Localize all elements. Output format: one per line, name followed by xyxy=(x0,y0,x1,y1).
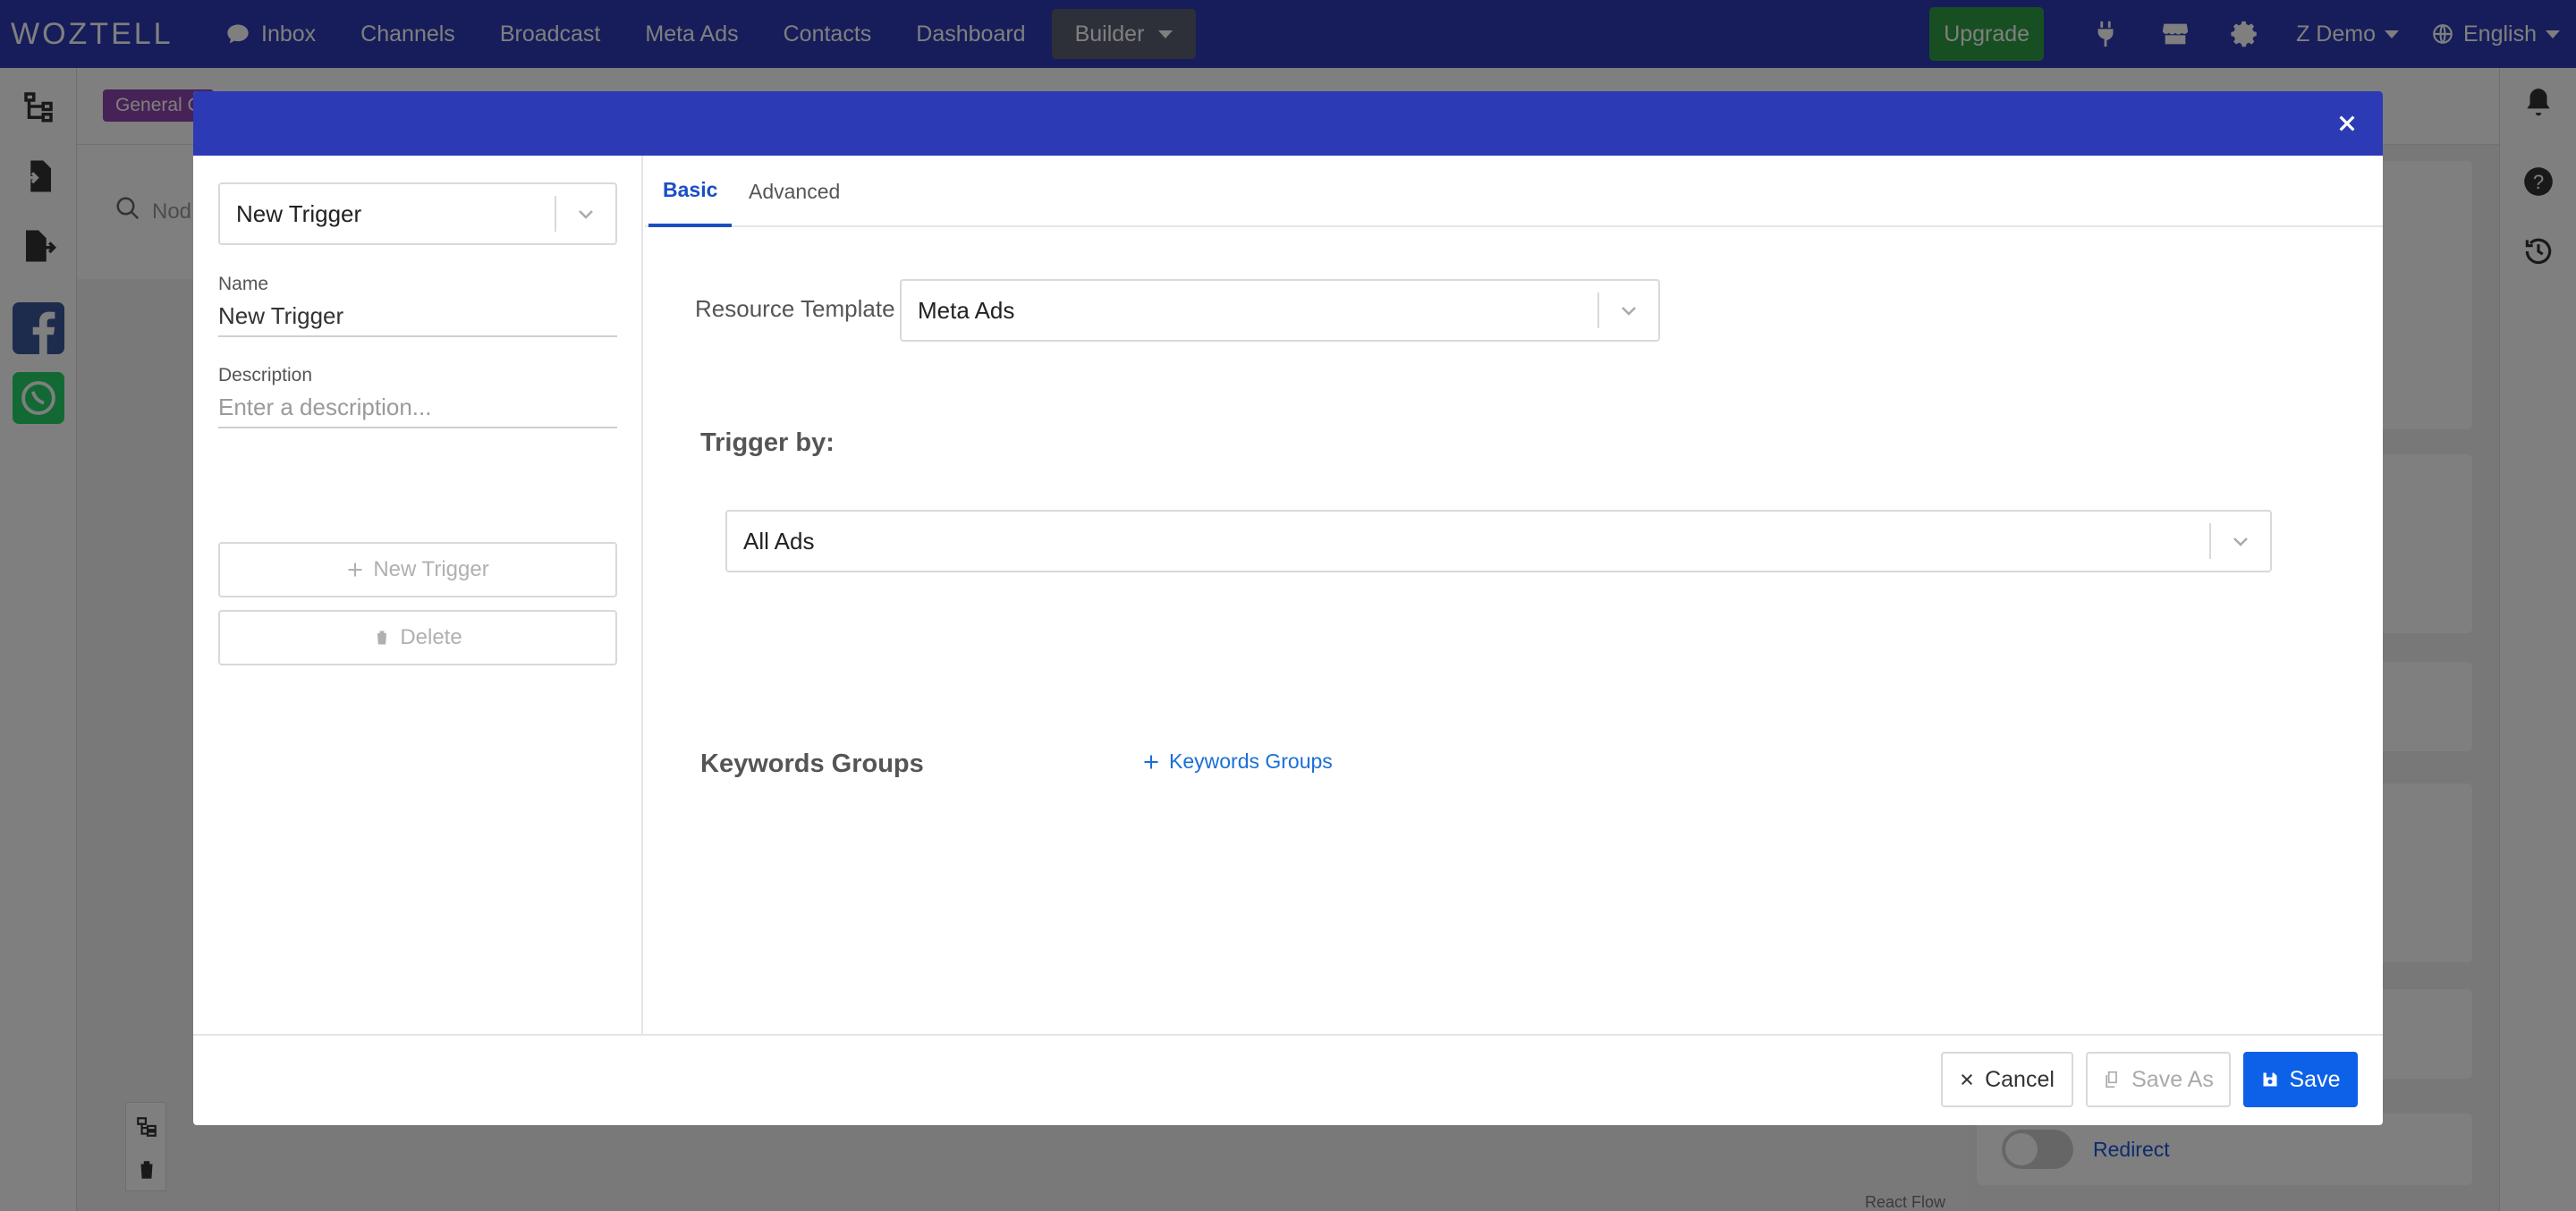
modal-header xyxy=(193,91,2383,156)
save-button[interactable]: Save xyxy=(2243,1052,2358,1107)
trigger-sidebar: New Trigger Name New Trigger Description… xyxy=(193,156,643,1034)
chevron-down-icon xyxy=(1599,300,1658,321)
trigger-select-value: New Trigger xyxy=(236,199,362,227)
plus-icon xyxy=(1144,755,1158,768)
keywords-groups-title: Keywords Groups xyxy=(700,749,924,778)
chevron-down-icon xyxy=(556,203,615,224)
add-keywords-groups-label: Keywords Groups xyxy=(1169,749,1333,773)
save-as-button[interactable]: Save As xyxy=(2086,1052,2231,1107)
close-icon xyxy=(2339,115,2355,131)
close-icon xyxy=(1962,1073,1973,1086)
add-keywords-groups-link[interactable]: Keywords Groups xyxy=(1142,749,1333,774)
floppy-disk-icon xyxy=(2263,1072,2276,1087)
save-as-label: Save As xyxy=(2131,1066,2214,1092)
tab-advanced[interactable]: Advanced xyxy=(734,156,854,227)
trigger-modal: New Trigger Name New Trigger Description… xyxy=(193,91,2383,1125)
delete-button[interactable]: Delete xyxy=(218,610,617,665)
description-label: Description xyxy=(218,365,313,385)
trigger-by-title: Trigger by: xyxy=(700,428,835,457)
close-button[interactable] xyxy=(2331,107,2363,140)
description-input[interactable]: Enter a description... xyxy=(218,394,617,428)
chevron-down-icon xyxy=(2211,530,2270,552)
name-label: Name xyxy=(218,274,269,294)
modal-footer: Cancel Save As Save xyxy=(193,1034,2383,1125)
trigger-select[interactable]: New Trigger xyxy=(218,182,617,245)
name-input[interactable]: New Trigger xyxy=(218,302,617,337)
delete-label: Delete xyxy=(400,625,462,649)
config-tabs: Basic Advanced xyxy=(645,156,2383,227)
trigger-by-value: All Ads xyxy=(743,527,815,555)
new-trigger-button[interactable]: New Trigger xyxy=(218,542,617,597)
resource-template-value: Meta Ads xyxy=(918,296,1015,324)
new-trigger-label: New Trigger xyxy=(373,557,489,581)
trigger-config: Basic Advanced Resource Template Meta Ad… xyxy=(645,156,2383,1034)
copy-icon xyxy=(2106,1071,2117,1088)
resource-template-select[interactable]: Meta Ads xyxy=(900,279,1660,342)
cancel-button[interactable]: Cancel xyxy=(1941,1052,2073,1107)
resource-template-label: Resource Template xyxy=(695,295,895,322)
trigger-by-select[interactable]: All Ads xyxy=(725,510,2272,572)
plus-icon xyxy=(348,563,362,577)
cancel-label: Cancel xyxy=(1985,1066,2055,1092)
tab-basic[interactable]: Basic xyxy=(648,156,733,227)
trash-icon xyxy=(376,631,388,645)
save-label: Save xyxy=(2289,1066,2341,1092)
